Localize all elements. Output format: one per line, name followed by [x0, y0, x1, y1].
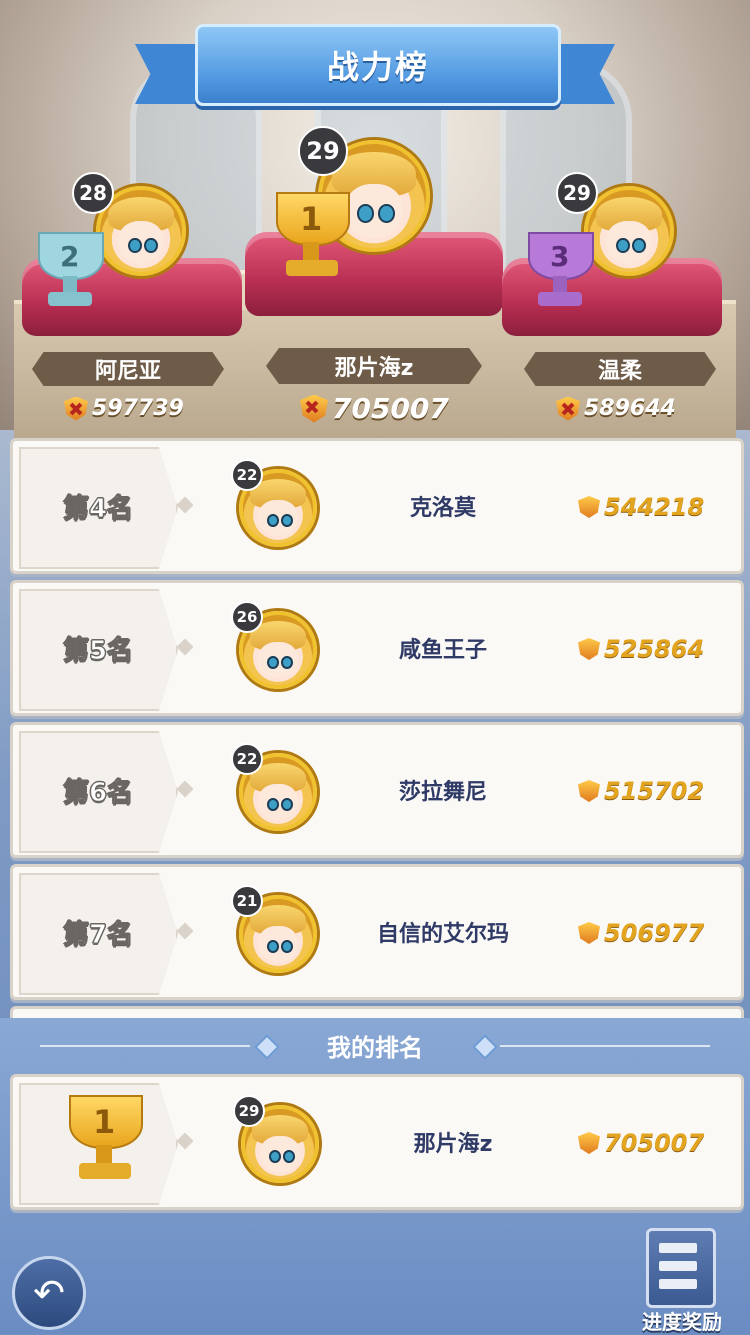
- progress-reward-button[interactable]: 进度奖励: [632, 1222, 732, 1334]
- level-badge: 21: [231, 885, 263, 917]
- trophy-purple-icon: 3: [516, 232, 606, 312]
- section-line-right: [500, 1045, 710, 1047]
- rank-row[interactable]: 第6名 22 莎拉舞尼 515702: [10, 722, 744, 858]
- power-icon: [64, 396, 88, 421]
- divider-diamond: [176, 496, 194, 514]
- player-power: 515702: [578, 777, 704, 805]
- podium-name-3: 温柔: [524, 352, 716, 386]
- level-badge: 26: [231, 601, 263, 633]
- level-badge: 29: [298, 126, 348, 176]
- progress-reward-label: 进度奖励: [642, 1310, 722, 1334]
- level-badge: 29: [233, 1095, 265, 1127]
- reward-list-icon: [646, 1228, 716, 1308]
- player-name: 那片海z: [413, 1132, 493, 1157]
- rank-row[interactable]: 第4名 22 克洛莫 544218: [10, 438, 744, 574]
- rank-label: 第6名: [62, 777, 134, 808]
- podium-power-3: 589644: [556, 396, 676, 421]
- trophy-silver-icon: 2: [26, 232, 116, 312]
- power-icon: [578, 1132, 600, 1154]
- divider-diamond: [176, 638, 194, 656]
- podium-name-2: 阿尼亚: [32, 352, 224, 386]
- podium-power-2: 597739: [64, 396, 184, 421]
- power-icon: [578, 638, 600, 660]
- trophy-gold-icon: 1: [262, 192, 362, 284]
- power-icon: [556, 396, 580, 421]
- trophy-number: 3: [550, 240, 570, 273]
- rank-label: 第4名: [62, 493, 134, 524]
- my-rank-row[interactable]: 1 29 那片海z 705007: [10, 1074, 744, 1210]
- level-badge: 28: [72, 172, 114, 214]
- trophy-number: 2: [60, 240, 80, 273]
- trophy-gold-icon: 1: [55, 1095, 155, 1189]
- back-arrow-icon: ↶: [33, 1271, 65, 1315]
- page-title: 战力榜: [195, 24, 561, 106]
- player-power: 525864: [578, 635, 704, 663]
- power-icon: [578, 922, 600, 944]
- podium-name-1: 那片海z: [266, 348, 482, 384]
- player-name: 咸鱼王子: [398, 638, 487, 663]
- player-name: 自信的艾尔玛: [376, 922, 509, 947]
- power-icon: [300, 394, 328, 423]
- divider-diamond: [176, 1132, 194, 1150]
- rank-label: 第5名: [62, 635, 134, 666]
- level-badge: 22: [231, 459, 263, 491]
- divider-diamond: [176, 780, 194, 798]
- trophy-number: 1: [300, 200, 323, 238]
- back-button[interactable]: ↶: [12, 1256, 86, 1330]
- player-power: 705007: [578, 1129, 704, 1157]
- rank-row[interactable]: 第7名 21 自信的艾尔玛 506977: [10, 864, 744, 1000]
- rank-label: 第7名: [62, 919, 134, 950]
- trophy-number: 1: [93, 1103, 116, 1141]
- title-banner: 战力榜: [135, 14, 615, 114]
- divider-diamond: [176, 922, 194, 940]
- power-icon: [578, 780, 600, 802]
- player-power: 544218: [578, 493, 704, 521]
- power-icon: [578, 496, 600, 518]
- level-badge: 22: [231, 743, 263, 775]
- player-power: 506977: [578, 919, 704, 947]
- player-name: 克洛莫: [409, 496, 476, 521]
- podium-power-1: 705007: [300, 392, 449, 425]
- rank-row[interactable]: 第5名 26 咸鱼王子 525864: [10, 580, 744, 716]
- player-name: 莎拉舞尼: [398, 780, 487, 805]
- level-badge: 29: [556, 172, 598, 214]
